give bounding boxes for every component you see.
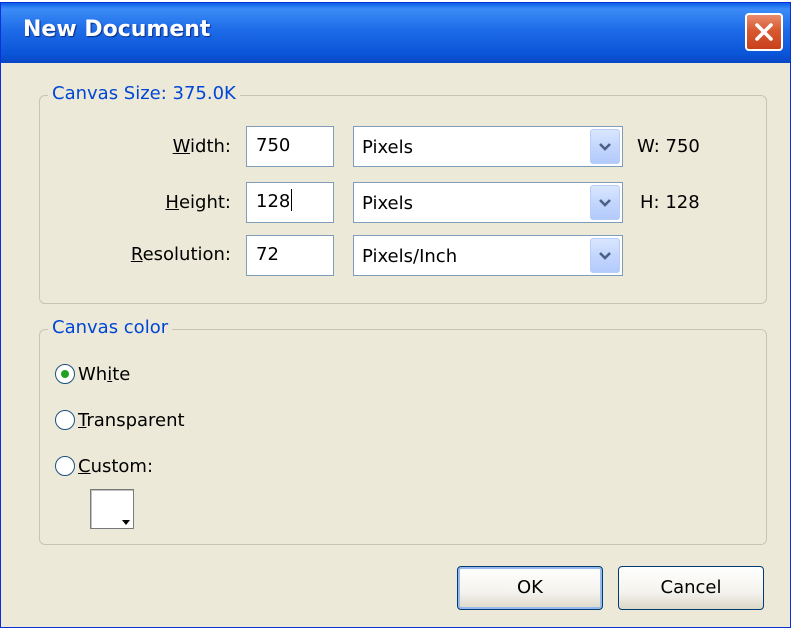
radio-white-label: White: [78, 364, 130, 385]
close-icon: [753, 21, 775, 43]
width-unit-value: Pixels: [362, 137, 414, 158]
chevron-down-icon: [598, 193, 612, 212]
resolution-unit-dropdown-button[interactable]: [590, 238, 620, 273]
custom-color-swatch[interactable]: [90, 489, 134, 529]
radio-white-label-post: te: [112, 363, 131, 385]
resolution-label-rest: esolution:: [142, 244, 231, 265]
new-document-dialog: New Document Canvas Size: 375.0K Width: …: [0, 2, 791, 628]
dialog-title: New Document: [23, 17, 211, 42]
height-label-rest: eight:: [178, 192, 231, 213]
radio-white-label-pre: Wh: [78, 363, 108, 385]
resolution-unit-value: Pixels/Inch: [362, 246, 458, 267]
height-unit-dropdown-button[interactable]: [590, 185, 620, 220]
width-value: 750: [256, 135, 291, 156]
radio-unselected-icon[interactable]: [55, 456, 75, 476]
radio-transparent-label-post: ransparent: [86, 409, 185, 431]
ok-button[interactable]: OK: [457, 566, 603, 610]
radio-custom[interactable]: Custom:: [55, 452, 153, 480]
resolution-value: 72: [256, 244, 279, 265]
resolution-unit-select[interactable]: Pixels/Inch: [353, 235, 623, 276]
width-readout: W: 750: [637, 136, 700, 157]
close-button[interactable]: [745, 13, 783, 51]
resolution-label-mnemonic: R: [130, 244, 143, 265]
width-unit-dropdown-button[interactable]: [590, 129, 620, 164]
chevron-down-icon: [598, 137, 612, 156]
width-label-mnemonic: W: [172, 136, 191, 157]
height-unit-value: Pixels: [362, 193, 414, 214]
title-bar[interactable]: New Document: [1, 3, 790, 63]
canvas-size-legend: Canvas Size: 375.0K: [48, 83, 240, 104]
radio-transparent-label: Transparent: [78, 410, 185, 431]
resolution-input[interactable]: 72: [246, 235, 334, 276]
canvas-color-group: Canvas color: [39, 317, 767, 545]
radio-unselected-icon[interactable]: [55, 410, 75, 430]
height-label-mnemonic: H: [165, 192, 179, 213]
width-input[interactable]: 750: [246, 126, 334, 167]
width-unit-select[interactable]: Pixels: [353, 126, 623, 167]
width-label-rest: idth:: [190, 136, 231, 157]
chevron-down-icon: [598, 246, 612, 265]
radio-transparent[interactable]: Transparent: [55, 406, 185, 434]
resolution-label: Resolution:: [99, 244, 231, 265]
height-value: 128: [256, 191, 291, 212]
height-input[interactable]: 128: [246, 182, 334, 223]
height-unit-select[interactable]: Pixels: [353, 182, 623, 223]
canvas-color-legend: Canvas color: [48, 317, 173, 338]
radio-selected-icon[interactable]: [55, 364, 75, 384]
radio-custom-label: Custom:: [78, 456, 153, 477]
radio-custom-label-post: ustom:: [90, 455, 154, 477]
swatch-dropdown-icon: [122, 520, 130, 525]
radio-custom-mnemonic: C: [78, 455, 91, 477]
height-label: Height:: [119, 192, 231, 213]
text-caret: [291, 189, 293, 211]
radio-white[interactable]: White: [55, 360, 130, 388]
cancel-button[interactable]: Cancel: [618, 566, 764, 610]
width-label: Width:: [119, 136, 231, 157]
height-readout: H: 128: [640, 192, 700, 213]
